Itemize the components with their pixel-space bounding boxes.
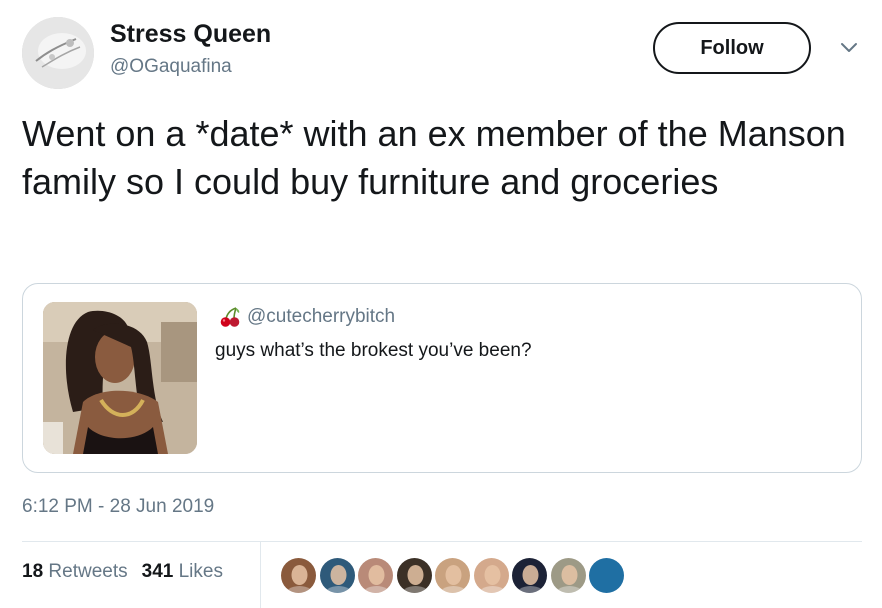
quoted-tweet-text: guys what’s the brokest you’ve been? <box>215 340 532 361</box>
retweets-stat[interactable]: 18 Retweets <box>22 561 128 583</box>
liker-avatar[interactable] <box>511 557 548 594</box>
quoted-tweet-card[interactable]: @cutecherrybitch guys what’s the brokest… <box>22 283 862 473</box>
chevron-down-icon[interactable] <box>838 40 860 56</box>
liker-avatar[interactable] <box>549 557 587 594</box>
follow-button[interactable]: Follow <box>653 22 811 74</box>
liker-avatar[interactable] <box>434 557 471 594</box>
likes-count: 341 <box>141 561 174 582</box>
quoted-tweet-meta: @cutecherrybitch <box>219 306 395 328</box>
author-handle[interactable]: @OGaquafina <box>110 56 232 78</box>
author-display-name[interactable]: Stress Queen <box>110 20 271 49</box>
retweets-label: Retweets <box>48 561 128 582</box>
liker-avatar[interactable] <box>357 557 394 594</box>
quoted-tweet-image[interactable] <box>43 302 197 454</box>
tweet-timestamp[interactable]: 6:12 PM - 28 Jun 2019 <box>22 496 214 518</box>
author-avatar[interactable] <box>22 17 94 89</box>
liker-avatar[interactable] <box>472 557 510 594</box>
liker-avatar[interactable] <box>280 557 317 594</box>
tweet-text: Went on a *date* with an ex member of th… <box>22 113 846 202</box>
liker-avatar[interactable] <box>588 557 625 594</box>
stats-separator <box>260 541 261 608</box>
cherry-icon <box>220 307 240 327</box>
quoted-tweet-handle[interactable]: @cutecherrybitch <box>247 306 395 328</box>
likes-label: Likes <box>178 561 223 582</box>
tweet-stats: 18 Retweets 341 Likes <box>22 561 237 583</box>
divider <box>22 541 862 542</box>
retweets-count: 18 <box>22 561 44 582</box>
liker-avatar[interactable] <box>318 557 356 594</box>
likes-stat[interactable]: 341 Likes <box>142 561 223 583</box>
liker-avatar[interactable] <box>395 557 433 594</box>
liker-avatars <box>280 557 627 594</box>
